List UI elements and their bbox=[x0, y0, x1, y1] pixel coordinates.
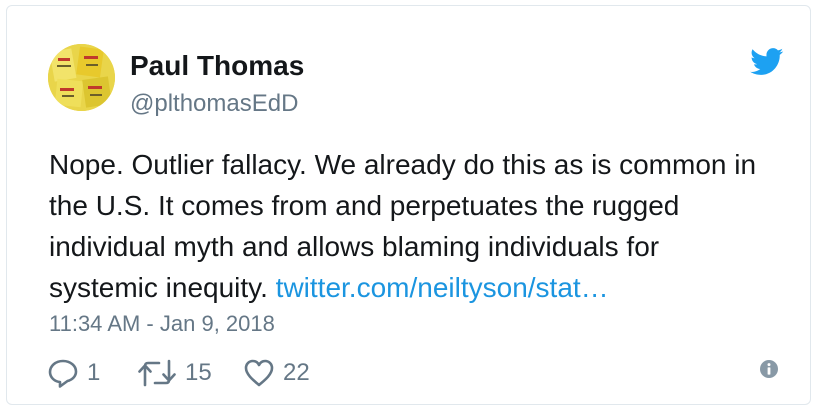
tweet-text: Nope. Outlier fallacy. We already do thi… bbox=[49, 144, 789, 308]
tweet-text-line: individual myth and allows blaming indiv… bbox=[49, 231, 660, 262]
tweet-timestamp[interactable]: 11:34 AM - Jan 9, 2018 bbox=[49, 311, 275, 337]
retweet-icon bbox=[137, 359, 177, 387]
avatar[interactable] bbox=[48, 44, 115, 111]
author-name[interactable]: Paul Thomas bbox=[130, 50, 304, 82]
like-button[interactable]: 22 bbox=[243, 358, 310, 388]
retweet-count: 15 bbox=[185, 359, 212, 386]
info-icon[interactable] bbox=[759, 359, 779, 379]
retweet-button[interactable]: 15 bbox=[137, 358, 212, 388]
twitter-bird-icon[interactable] bbox=[750, 48, 784, 76]
reply-button[interactable]: 1 bbox=[47, 358, 100, 388]
reply-icon bbox=[47, 358, 79, 388]
tweet-text-line: Nope. Outlier fallacy. We already do thi… bbox=[49, 149, 757, 180]
tweet-card: Paul Thomas @plthomasEdD Nope. Outlier f… bbox=[6, 5, 811, 405]
author-handle[interactable]: @plthomasEdD bbox=[130, 90, 298, 118]
like-count: 22 bbox=[283, 359, 310, 386]
tweet-link[interactable]: twitter.com/neiltyson/stat… bbox=[276, 272, 609, 303]
tweet-text-line: the U.S. It comes from and perpetuates t… bbox=[49, 190, 680, 221]
tweet-text-line: systemic inequity. twitter.com/neiltyson… bbox=[49, 267, 789, 308]
tweet-text-fragment: systemic inequity. bbox=[49, 272, 276, 303]
heart-icon bbox=[243, 358, 275, 388]
reply-count: 1 bbox=[87, 359, 101, 386]
